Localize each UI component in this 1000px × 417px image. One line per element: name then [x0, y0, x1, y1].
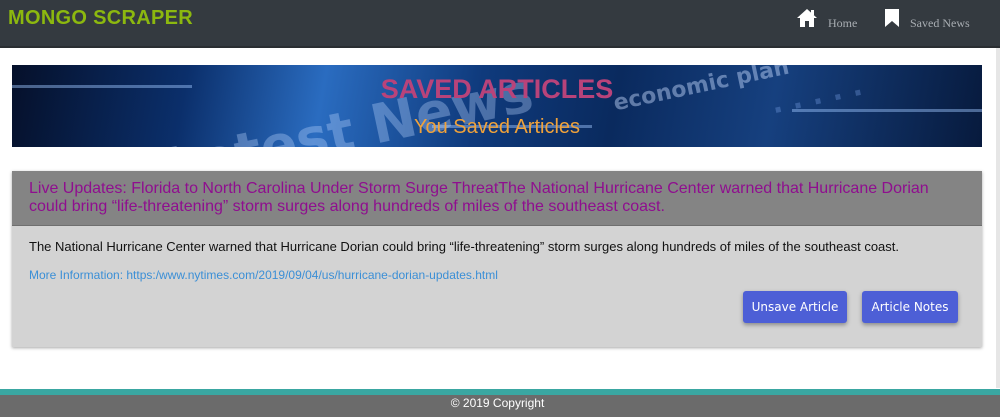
article-card: Live Updates: Florida to North Carolina … — [12, 171, 982, 347]
scrollbar[interactable] — [996, 48, 1000, 388]
bookmark-icon — [884, 8, 900, 32]
article-summary: The National Hurricane Center warned tha… — [29, 239, 900, 254]
page-title: SAVED ARTICLES — [380, 74, 614, 104]
unsave-article-button[interactable]: Unsave Article — [743, 291, 847, 323]
article-more-info-link[interactable]: More Information: https:/www.nytimes.com… — [29, 268, 498, 282]
footer: © 2019 Copyright — [0, 395, 1000, 417]
navbar: MONGO SCRAPER Home Saved News — [0, 0, 1000, 48]
home-icon — [796, 8, 818, 32]
banner: Latest News economic plan · · · · · SAVE… — [12, 65, 982, 147]
page-subtitle: You Saved Articles — [413, 116, 581, 138]
nav-saved-news-link[interactable]: Saved News — [884, 8, 970, 32]
article-card-header: Live Updates: Florida to North Carolina … — [12, 171, 982, 226]
footer-copyright: © 2019 Copyright — [450, 396, 545, 410]
nav-saved-news-label: Saved News — [910, 15, 970, 30]
article-notes-button[interactable]: Article Notes — [862, 291, 958, 323]
article-title[interactable]: Live Updates: Florida to North Carolina … — [29, 180, 969, 216]
nav-home-link[interactable]: Home — [796, 8, 857, 32]
brand-logo[interactable]: MONGO SCRAPER — [8, 7, 193, 30]
nav-home-label: Home — [828, 15, 858, 30]
